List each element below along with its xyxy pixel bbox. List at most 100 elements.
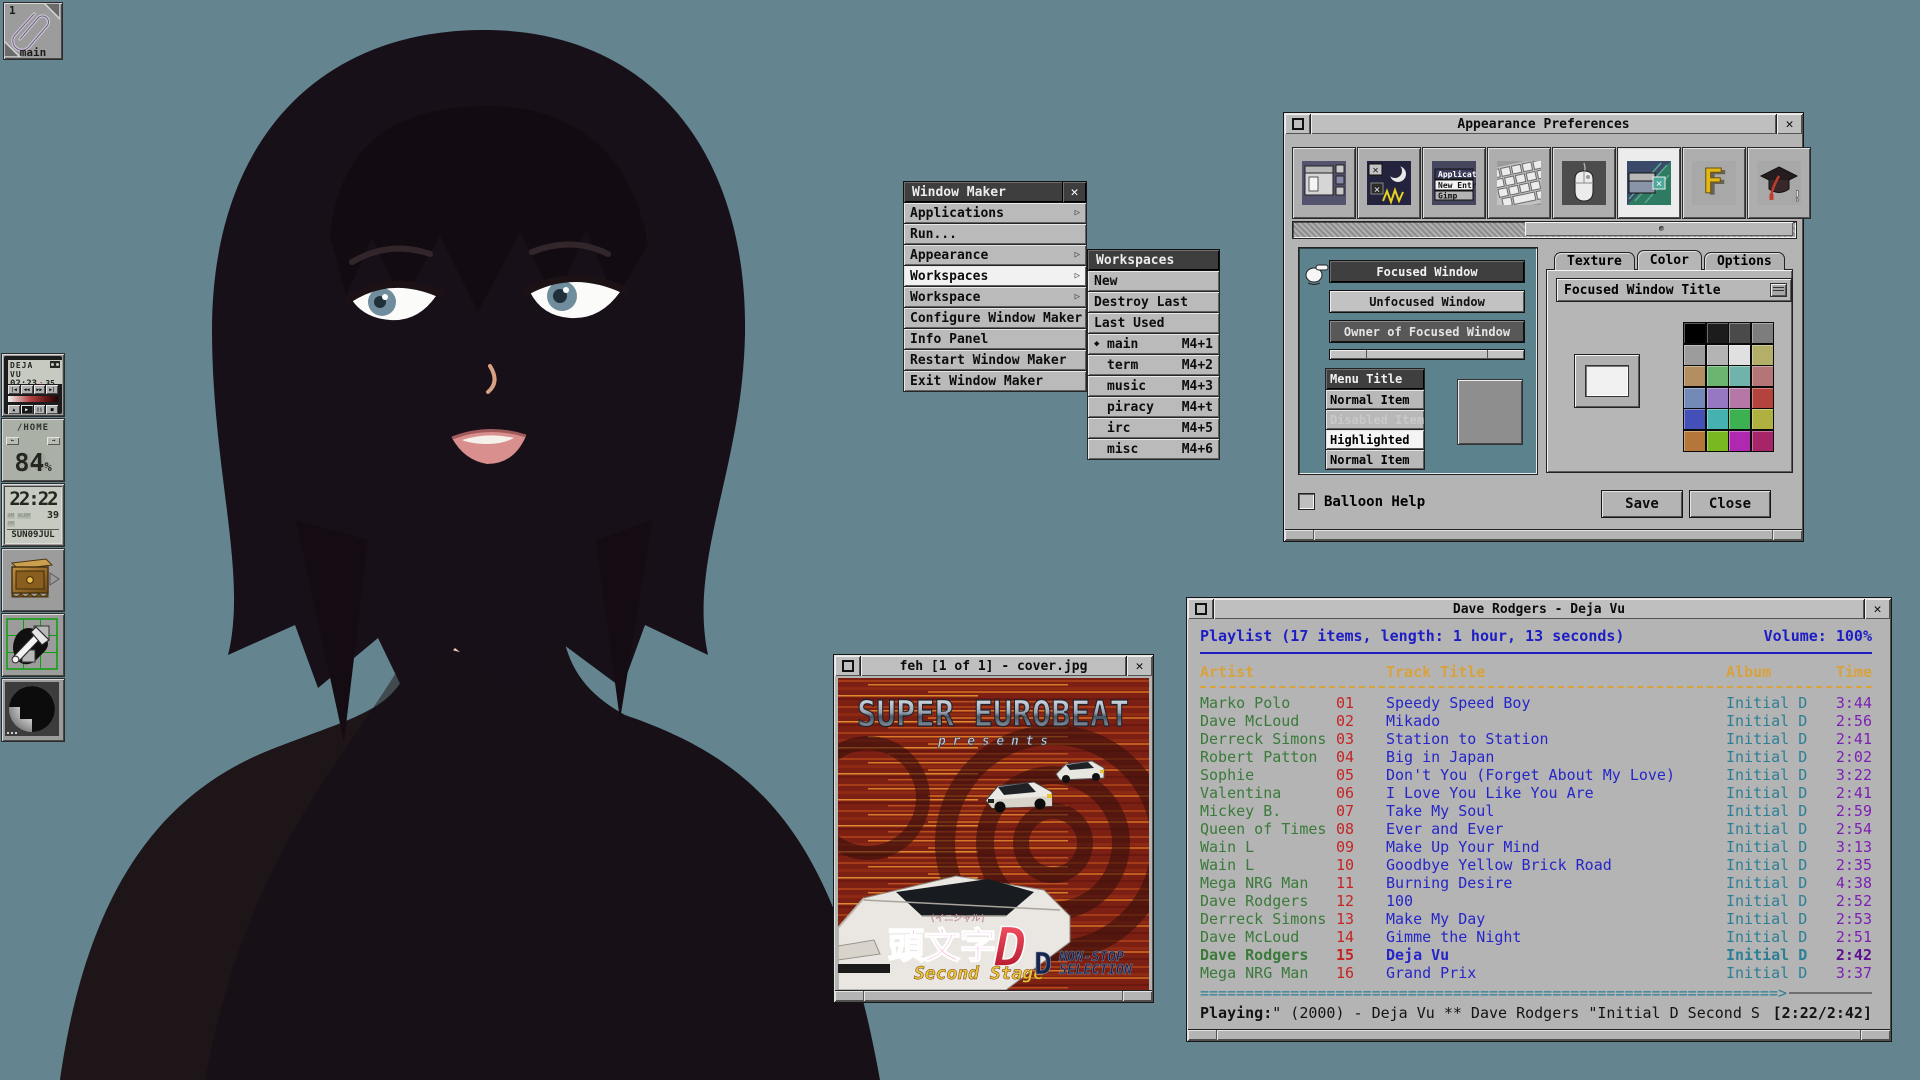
palette-color-4[interactable] <box>1683 344 1706 366</box>
feh-titlebar[interactable]: feh [1 of 1] - cover.jpg ✕ <box>835 656 1152 676</box>
track-row-06[interactable]: Valentina06I Love You Like You AreInitia… <box>1200 784 1872 802</box>
track-row-08[interactable]: Queen of Times08Ever and EverInitial D2:… <box>1200 820 1872 838</box>
play-button[interactable]: ▶ <box>21 405 33 414</box>
root-menu-item-workspace[interactable]: Workspace▷ <box>903 287 1087 308</box>
forward-button[interactable]: ▶▶ <box>34 385 46 394</box>
track-row-11[interactable]: Mega NRG Man11Burning DesireInitial D4:3… <box>1200 874 1872 892</box>
rewind-button[interactable]: ◀◀ <box>21 385 33 394</box>
workspaces-menu-item-destroy-last[interactable]: Destroy Last <box>1087 292 1220 313</box>
workspaces-menu-item-last-used[interactable]: Last Used <box>1087 313 1220 334</box>
playback-progress-line[interactable]: ========================================… <box>1200 984 1872 1002</box>
workspaces-menu-item-misc[interactable]: miscM4+6 <box>1087 439 1220 460</box>
root-menu-item-info-panel[interactable]: Info Panel <box>903 329 1087 350</box>
workspaces-menu-item-main[interactable]: ◆mainM4+1 <box>1087 334 1220 355</box>
workspaces-menu-item-piracy[interactable]: piracyM4+t <box>1087 397 1220 418</box>
clock-dockapp[interactable]: 22:22 AM ALRM 39 PM SUN09JUL <box>1 483 65 547</box>
palette-color-16[interactable] <box>1683 408 1706 430</box>
balloon-help-checkbox[interactable] <box>1298 493 1315 510</box>
palette-color-12[interactable] <box>1683 387 1706 409</box>
root-menu-item-restart-window-maker[interactable]: Restart Window Maker <box>903 350 1087 371</box>
workspace-clip[interactable]: 1 main <box>3 2 63 60</box>
pause-button[interactable]: ❙❙ <box>34 405 46 414</box>
window-style-icon-tab[interactable] <box>1292 147 1356 219</box>
resize-bar[interactable] <box>835 990 1152 1001</box>
save-button[interactable]: Save <box>1601 490 1683 518</box>
miniaturize-button[interactable] <box>1188 599 1214 619</box>
tab-options[interactable]: Options <box>1704 252 1785 270</box>
track-row-03[interactable]: Derreck Simons03Station to StationInitia… <box>1200 730 1872 748</box>
track-row-07[interactable]: Mickey B.07Take My SoulInitial D2:59 <box>1200 802 1872 820</box>
resize-bar[interactable] <box>1285 529 1802 540</box>
close-button[interactable]: ✕ <box>1864 599 1890 619</box>
menu-disabled-item-preview[interactable]: Disabled Item <box>1325 410 1425 430</box>
tab-texture[interactable]: Texture <box>1554 252 1635 270</box>
workspaces-menu-titlebar[interactable]: Workspaces <box>1087 249 1220 271</box>
palette-color-17[interactable] <box>1706 408 1729 430</box>
focused-window-preview[interactable]: Focused Window <box>1329 260 1525 283</box>
close-button[interactable]: ✕ <box>1126 656 1152 676</box>
expert-cap-icon-tab[interactable]: ! <box>1747 147 1811 219</box>
menu-title-preview[interactable]: Menu Title <box>1325 368 1425 390</box>
palette-color-8[interactable] <box>1683 365 1706 387</box>
color-target-dropdown[interactable]: Focused Window Title <box>1556 278 1792 302</box>
root-menu-item-exit-window-maker[interactable]: Exit Window Maker <box>903 371 1087 392</box>
track-row-04[interactable]: Robert Patton04Big in JapanInitial D2:02 <box>1200 748 1872 766</box>
sphere-dockapp[interactable] <box>1 678 65 742</box>
drawer-dockapp[interactable] <box>1 548 65 612</box>
workspaces-menu-item-irc[interactable]: ircM4+5 <box>1087 418 1220 439</box>
stop-button[interactable]: ■ <box>46 405 58 414</box>
track-row-01[interactable]: Marko Polo01Speedy Speed BoyInitial D3:4… <box>1200 694 1872 712</box>
current-color-well[interactable] <box>1574 354 1640 408</box>
menu-highlighted-item-preview[interactable]: Highlighted <box>1325 430 1425 450</box>
palette-color-2[interactable] <box>1728 322 1751 344</box>
palette-color-5[interactable] <box>1706 344 1729 366</box>
mouse-icon-tab[interactable] <box>1552 147 1616 219</box>
track-row-10[interactable]: Wain L10Goodbye Yellow Brick RoadInitial… <box>1200 856 1872 874</box>
close-button[interactable]: ✕ <box>1776 114 1802 134</box>
track-row-12[interactable]: Dave Rodgers12100Initial D2:52 <box>1200 892 1872 910</box>
next-track-button[interactable]: ▶| <box>46 385 58 394</box>
root-menu-titlebar[interactable]: Window Maker ✕ <box>903 181 1087 203</box>
track-row-02[interactable]: Dave McLoud02MikadoInitial D2:56 <box>1200 712 1872 730</box>
palette-color-20[interactable] <box>1683 430 1706 452</box>
font-f-icon-tab[interactable]: F F <box>1682 147 1746 219</box>
palette-color-9[interactable] <box>1706 365 1729 387</box>
workspaces-menu-item-term[interactable]: termM4+2 <box>1087 355 1220 376</box>
palette-color-10[interactable] <box>1728 365 1751 387</box>
palette-color-18[interactable] <box>1728 408 1751 430</box>
player-titlebar[interactable]: Dave Rodgers - Deja Vu ✕ <box>1188 599 1890 619</box>
palette-color-11[interactable] <box>1751 365 1774 387</box>
miniaturize-button[interactable] <box>835 656 861 676</box>
resize-bar[interactable] <box>1188 1029 1890 1040</box>
workspaces-menu-item-music[interactable]: musicM4+3 <box>1087 376 1220 397</box>
palette-color-22[interactable] <box>1728 430 1751 452</box>
eject-button[interactable]: ▲ <box>8 405 20 414</box>
track-row-13[interactable]: Derreck Simons13Make My DayInitial D2:53 <box>1200 910 1872 928</box>
icon-preview[interactable] <box>1457 379 1523 445</box>
tab-color[interactable]: Color <box>1637 250 1702 270</box>
palette-color-14[interactable] <box>1728 387 1751 409</box>
palette-color-7[interactable] <box>1751 344 1774 366</box>
menu-normal-item-preview[interactable]: Normal Item <box>1325 390 1425 410</box>
prefs-titlebar[interactable]: Appearance Preferences ✕ <box>1285 114 1802 134</box>
disk-usage-dockapp[interactable]: /HOME ← → 88 84% <box>1 418 65 482</box>
scrollbar-knob[interactable] <box>1525 222 1793 236</box>
disk-next-button[interactable]: → <box>47 437 60 445</box>
unfocused-window-preview[interactable]: Unfocused Window <box>1329 290 1525 313</box>
track-row-09[interactable]: Wain L09Make Up Your MindInitial D3:13 <box>1200 838 1872 856</box>
close-button-prefs[interactable]: Close <box>1689 490 1771 518</box>
palette-color-23[interactable] <box>1751 430 1774 452</box>
root-menu-item-configure-window-maker[interactable]: Configure Window Maker <box>903 308 1087 329</box>
workspaces-menu-item-new[interactable]: New <box>1087 271 1220 292</box>
palette-color-1[interactable] <box>1706 322 1729 344</box>
palette-color-3[interactable] <box>1751 322 1774 344</box>
menus-icon-tab[interactable]: Applicati New Entr| Gimp <box>1422 147 1486 219</box>
track-row-05[interactable]: Sophie05Don't You (Forget About My Love)… <box>1200 766 1872 784</box>
disk-prev-button[interactable]: ← <box>6 437 19 445</box>
palette-color-0[interactable] <box>1683 322 1706 344</box>
palette-color-6[interactable] <box>1728 344 1751 366</box>
music-player-dockapp[interactable]: DEJA VU 02:23∴35 |◀ ◀◀ ▶▶ ▶| ▲ ▶ ❙❙ ■ <box>1 353 65 417</box>
palette-color-19[interactable] <box>1751 408 1774 430</box>
section-scrollbar[interactable] <box>1292 221 1797 239</box>
palette-color-15[interactable] <box>1751 387 1774 409</box>
